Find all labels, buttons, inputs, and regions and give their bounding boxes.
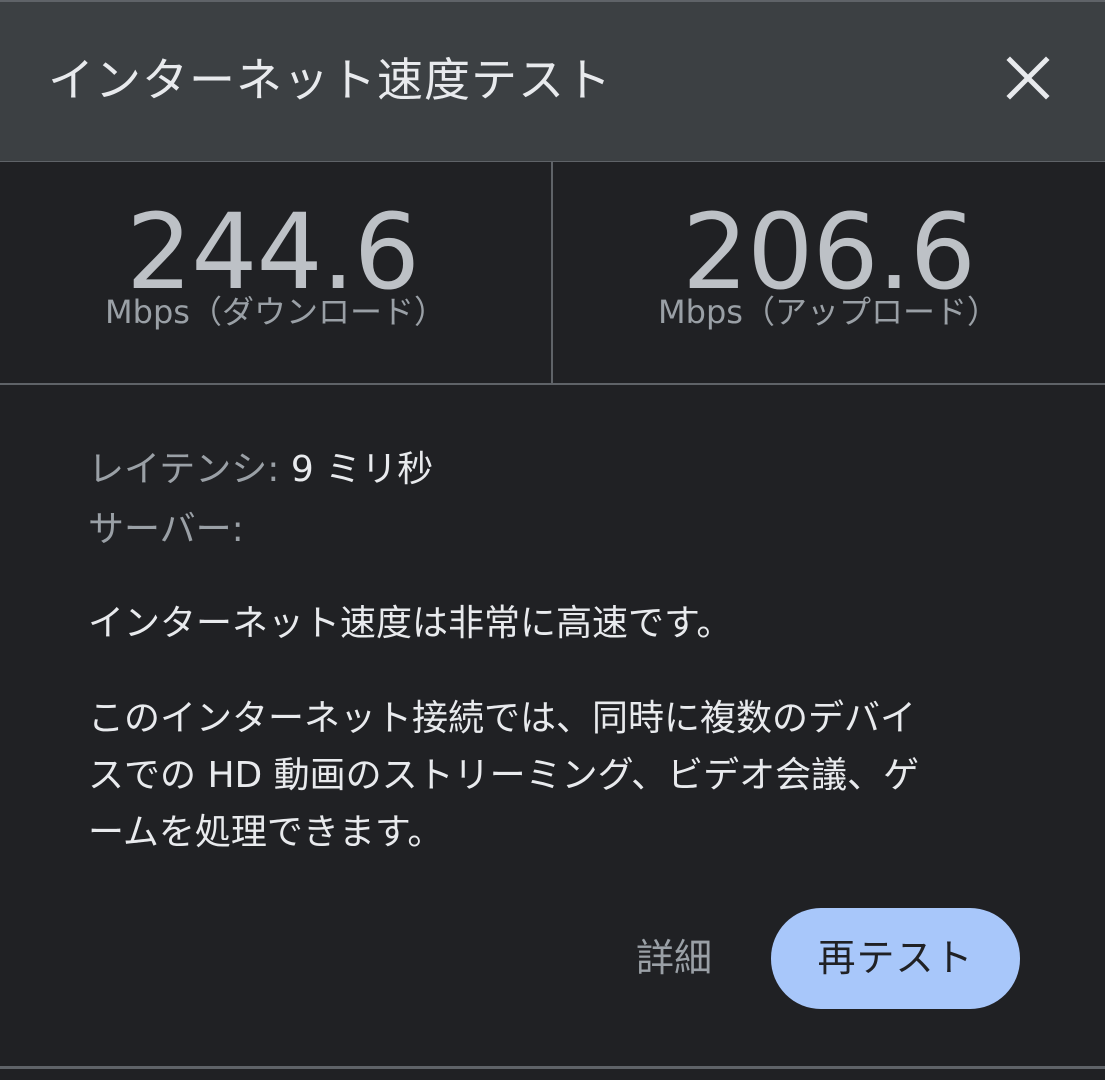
upload-speed-unit: Mbps（アップロード） [658,293,999,331]
speed-test-dialog: インターネット速度テスト 244.6 Mbps（ダウンロード） 206.6 Mb… [0,0,1105,1080]
retest-button[interactable]: 再テスト [771,908,1020,1009]
details-button[interactable]: 詳細 [636,930,712,986]
description-line: ームを処理できます。 [88,812,444,853]
test-info: レイテンシ: 9 ミリ秒 サーバー: [88,440,1048,560]
latency-value: 9 ミリ秒 [290,449,434,490]
bottom-border [0,1066,1105,1069]
download-result: 244.6 Mbps（ダウンロード） [0,162,551,383]
latency-line: レイテンシ: 9 ミリ秒 [88,440,1048,500]
server-label: サーバー: [88,509,244,550]
latency-label: レイテンシ: [88,449,291,490]
close-button[interactable] [996,46,1060,110]
speed-results: 244.6 Mbps（ダウンロード） 206.6 Mbps（アップロード） [0,162,1105,385]
close-icon [1006,56,1050,100]
speed-summary: インターネット速度は非常に高速です。 [88,603,733,644]
description-line: スでの HD 動画のストリーミング、ビデオ会議、ゲ [88,755,920,796]
server-line: サーバー: [88,500,1048,560]
download-speed-unit: Mbps（ダウンロード） [105,293,446,331]
description-line: このインターネット接続では、同時に複数のデバイ [88,698,917,739]
upload-result: 206.6 Mbps（アップロード） [553,162,1104,383]
dialog-header: インターネット速度テスト [0,2,1105,162]
dialog-title: インターネット速度テスト [48,53,612,107]
speed-description: このインターネット接続では、同時に複数のデバイ スでの HD 動画のストリーミン… [88,690,1048,861]
